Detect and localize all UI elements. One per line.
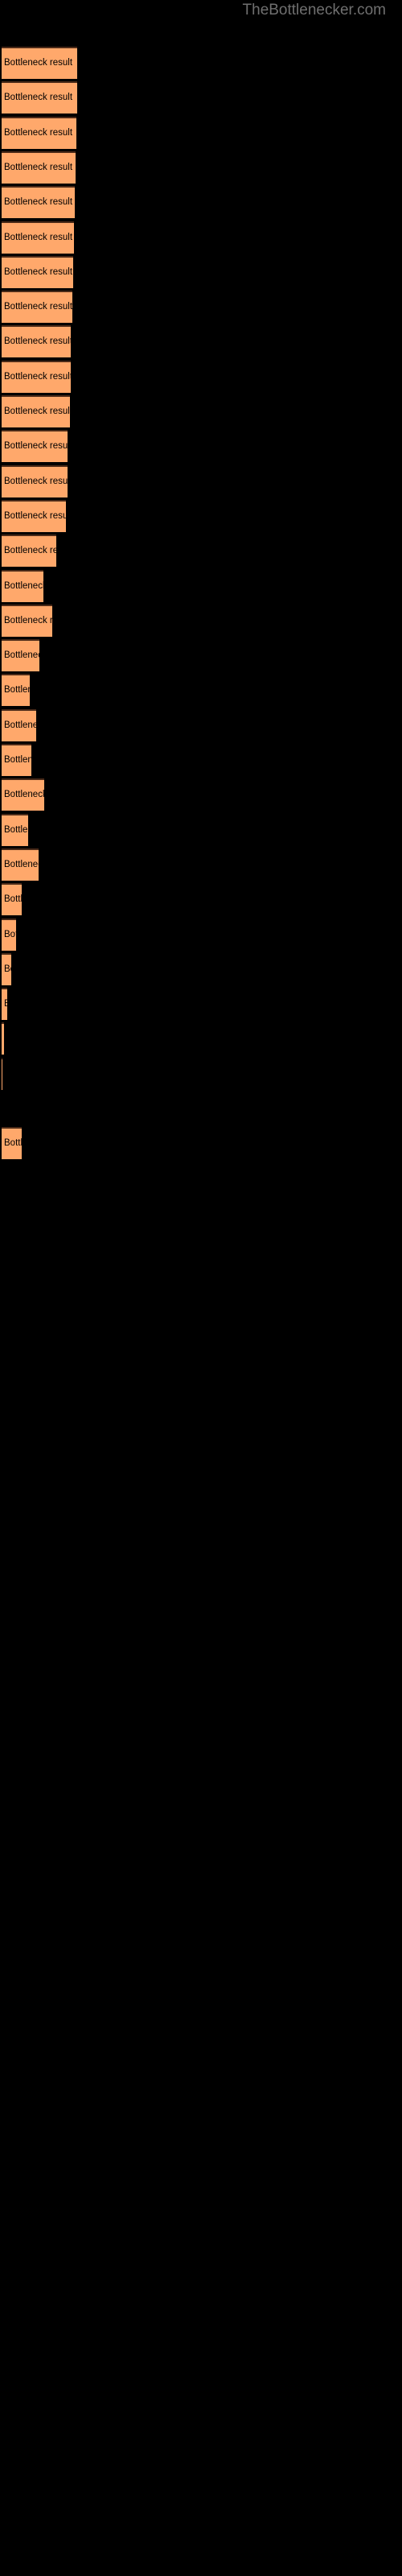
bar[interactable]: Bottleneck result — [2, 255, 73, 288]
bar[interactable]: Bottleneck result — [2, 744, 31, 776]
bar-label: Bottleneck result — [4, 894, 22, 905]
bar-label: Bottleneck result — [4, 859, 39, 869]
bar[interactable]: Bottleneck result — [2, 430, 68, 463]
bar-label: Bottleneck result — [4, 197, 73, 208]
bar[interactable]: Bottleneck result — [2, 988, 7, 1021]
bar-row: Bottleneck result — [0, 221, 402, 254]
bar-row: Bottleneck result — [0, 848, 402, 881]
bar-row: Bottleneck result — [0, 116, 402, 149]
bar[interactable]: Bottleneck result — [2, 952, 11, 985]
bar-row: Bottleneck result — [0, 1057, 402, 1090]
bar-row: Bottleneck result — [0, 360, 402, 393]
bar[interactable]: Bottleneck result — [2, 918, 16, 951]
bar-row: Bottleneck result — [0, 395, 402, 427]
bar-row: Bottleneck result — [0, 952, 402, 985]
bar-row: Bottleneck result — [0, 813, 402, 846]
bar-row: Bottleneck result — [0, 464, 402, 497]
bar-row: Bottleneck result — [0, 255, 402, 288]
bar-label: Bottleneck result — [4, 441, 68, 452]
bar-row: Bottleneck result — [0, 81, 402, 114]
bar[interactable]: Bottleneck result — [2, 639, 39, 672]
bar-row: Bottleneck result — [0, 778, 402, 811]
bar[interactable]: Bottleneck result — [2, 81, 77, 114]
bar[interactable]: Bottleneck result — [2, 360, 71, 393]
bar-row: Bottleneck result — [0, 604, 402, 637]
bar-label: Bottleneck result — [4, 650, 39, 661]
bar[interactable]: Bottleneck result — [2, 1022, 4, 1055]
bar-label: Bottleneck result — [4, 755, 31, 765]
bar-label: Bottleneck result — [4, 998, 7, 1009]
bar-row: Bottleneck result — [0, 47, 402, 79]
chart-page: TheBottlenecker.com Bottleneck result Bot… — [0, 0, 402, 2576]
bar[interactable]: Bottleneck result — [2, 47, 77, 79]
bar-row: Bottleneck result — [0, 535, 402, 568]
bar[interactable]: Bottleneck result — [2, 848, 39, 881]
bar[interactable]: Bottleneck result — [2, 151, 76, 184]
bar[interactable]: Bottleneck result — [2, 325, 71, 358]
bar-label: Bottleneck result — [4, 407, 70, 416]
bar-label: Bottleneck result — [4, 510, 66, 521]
bar-label: Bottleneck result — [4, 266, 73, 277]
bar-label: Bottleneck result — [4, 929, 16, 939]
bar-label: Bottleneck result — [4, 615, 52, 625]
bar-label: Bottleneck result — [4, 964, 11, 974]
bar[interactable]: Bottleneck result — [2, 499, 66, 532]
bar[interactable]: Bottleneck result — [2, 604, 52, 637]
bar-row: Bottleneck result — [0, 499, 402, 532]
bar[interactable]: Bottleneck result — [2, 813, 28, 846]
bar-label: Bottleneck result — [4, 336, 71, 347]
bar-row: Bottleneck result — [0, 291, 402, 324]
bar-row: Bottleneck result — [0, 708, 402, 741]
bar-label: Bottleneck result — [4, 685, 30, 696]
bar[interactable]: Bottleneck result — [2, 778, 44, 811]
bar[interactable]: Bottleneck result — [2, 535, 56, 568]
bar[interactable]: Bottleneck result — [2, 186, 75, 219]
bar-label: Bottleneck result — [4, 720, 36, 730]
bar-row: Bottleneck result — [0, 569, 402, 602]
bar-row: Bottleneck result — [0, 325, 402, 358]
bar-label: Bottleneck result — [4, 580, 43, 591]
bar-label: Bottleneck result — [4, 790, 44, 800]
bar-label: Bottleneck result — [4, 824, 28, 835]
bar[interactable]: Bottleneck result — [2, 708, 36, 741]
bar-row: Bottleneck result — [0, 1092, 402, 1125]
bar[interactable]: Bottleneck result — [2, 116, 76, 149]
bar[interactable]: Bottleneck result — [2, 395, 70, 427]
bar-label: Bottleneck result — [4, 58, 73, 68]
bar-row: Bottleneck result — [0, 918, 402, 951]
bar[interactable]: Bottleneck result — [2, 883, 22, 916]
bar-label: Bottleneck result — [4, 232, 73, 242]
bar-row: Bottleneck result — [0, 639, 402, 672]
bar-row: Bottleneck result — [0, 151, 402, 184]
bar-label: Bottleneck result — [4, 162, 73, 172]
bar[interactable]: Bottleneck result — [2, 569, 43, 602]
bar[interactable]: Bottleneck result — [2, 464, 68, 497]
bar-label: Bottleneck result — [4, 302, 72, 312]
bar-row: Bottleneck result — [0, 988, 402, 1021]
bar-label: Bottleneck result — [4, 93, 73, 103]
bar-label: Bottleneck result — [4, 1138, 22, 1149]
bar[interactable]: Bottleneck result — [2, 221, 74, 254]
bar[interactable]: Bottleneck result — [2, 674, 30, 707]
bar-row: Bottleneck result — [0, 1022, 402, 1055]
bar-label: Bottleneck result — [4, 127, 73, 138]
bar-row: Bottleneck result — [0, 430, 402, 463]
bar[interactable]: Bottleneck result — [2, 291, 72, 324]
bar[interactable]: Bottleneck result — [2, 1127, 22, 1160]
bar-row: Bottleneck result — [0, 744, 402, 776]
bar-label: Bottleneck result — [4, 476, 68, 486]
bar-row: Bottleneck result — [0, 883, 402, 916]
bar-row: Bottleneck result — [0, 186, 402, 219]
bar-label: Bottleneck result — [4, 546, 56, 556]
bar-row: Bottleneck result — [0, 674, 402, 707]
bar-label: Bottleneck result — [4, 371, 71, 382]
bar-row: Bottleneck result — [0, 1127, 402, 1160]
bar-chart-plot-area: Bottleneck result Bottleneck result Bottle… — [0, 0, 402, 2576]
